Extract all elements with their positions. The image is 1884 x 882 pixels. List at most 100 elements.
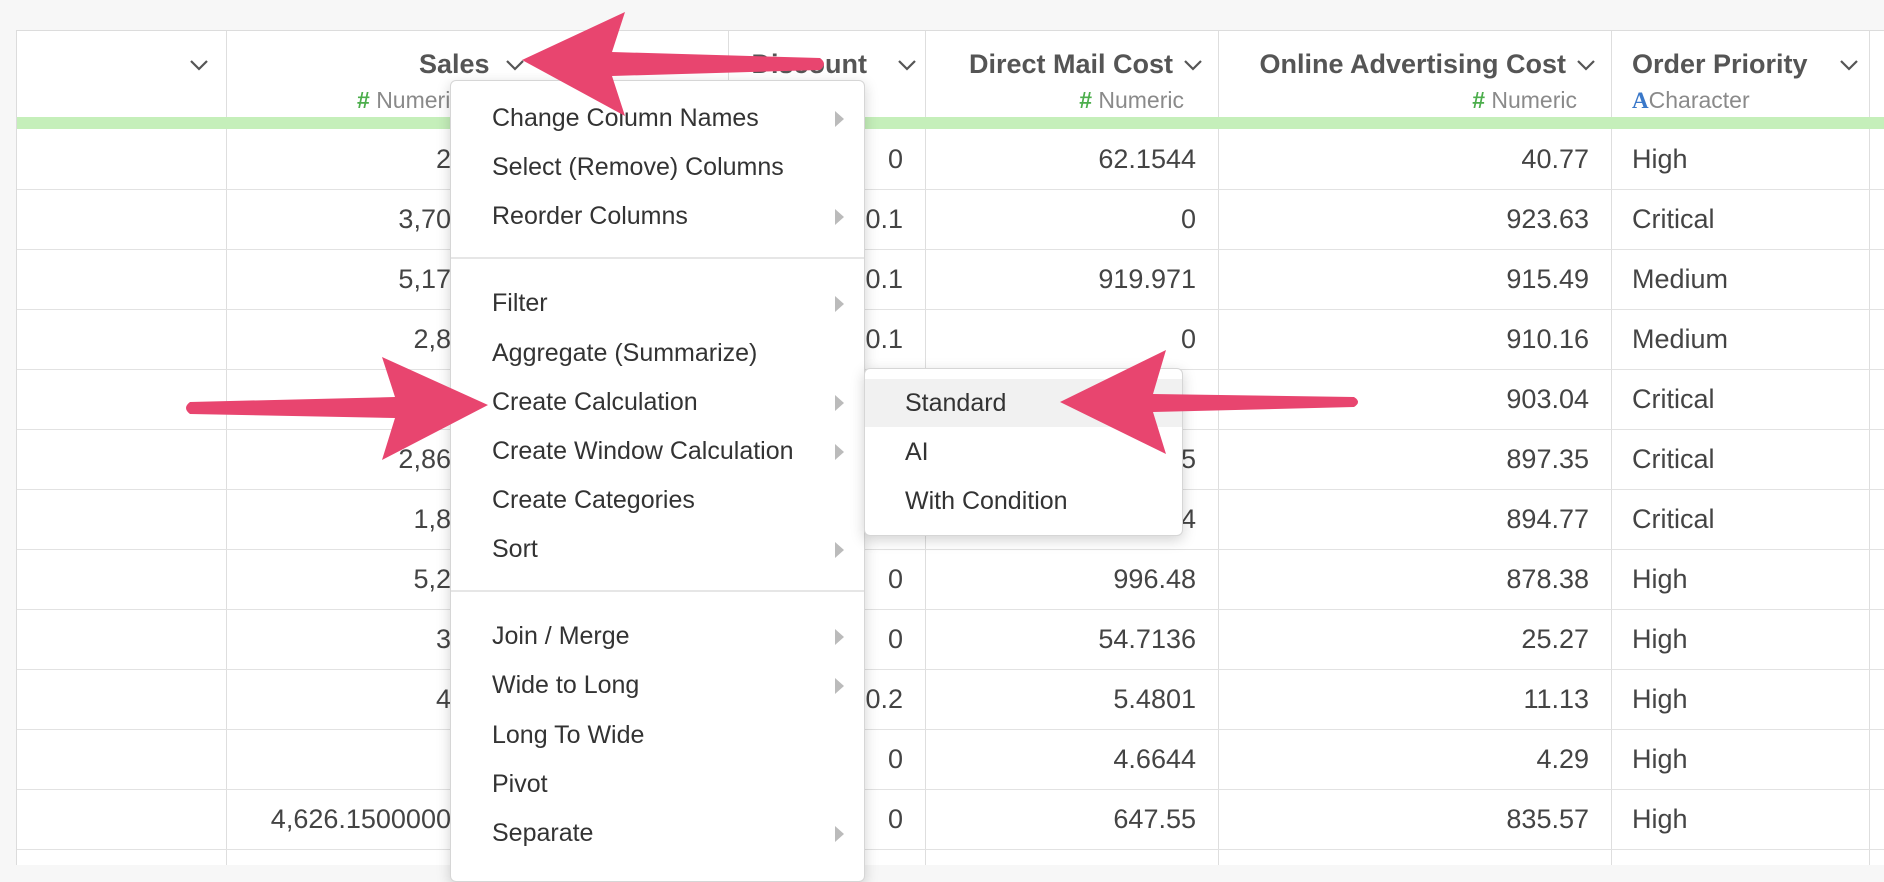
table-cell-mail: 0: [1180, 324, 1196, 354]
table-cell-sales: [226, 369, 466, 429]
table-cell-online: 923.63: [1506, 204, 1589, 234]
chevron-down-icon[interactable]: [1837, 53, 1861, 77]
column-type: # Numeric: [1079, 87, 1184, 113]
menu-item-change-column-names[interactable]: Change Column Names: [451, 94, 864, 142]
table-cell-priority: High: [1632, 684, 1688, 714]
table-cell-priority: Medium: [1632, 264, 1729, 294]
table-row: 4,626.15000000 0 647.55 835.57 High: [17, 789, 1884, 850]
menu-item-sort[interactable]: Sort: [451, 525, 864, 573]
table-cell-sales: 4,626.15000000: [270, 804, 466, 834]
submenu-item-with-condition[interactable]: With Condition: [865, 477, 1182, 525]
table-cell-priority: High: [1632, 744, 1688, 774]
column-title: Online Advertising Cost: [1259, 49, 1566, 79]
table-cell-sales: 1: [226, 729, 466, 789]
table-cell-mail: 5.4801: [1113, 684, 1196, 714]
table-cell-online: 894.77: [1506, 504, 1589, 534]
table-cell-sales: 3,709: [398, 204, 466, 234]
chevron-down-icon[interactable]: [1574, 53, 1598, 77]
menu-item-long-to-wide[interactable]: Long To Wide: [451, 711, 864, 759]
table-cell-mail: 0: [1180, 204, 1196, 234]
submenu-item-standard[interactable]: Standard: [865, 379, 1182, 427]
table-cell-sales: 1,82: [413, 504, 466, 534]
column-title: Discount: [751, 49, 867, 79]
table-cell-sales: 5,24: [413, 564, 466, 594]
table-cell-mail: 4.6644: [1113, 744, 1196, 774]
submenu-arrow-icon: [835, 111, 844, 127]
table-row: 2,89 0.1 0 910.16 Medium: [17, 309, 1884, 370]
menu-item-reorder-columns[interactable]: Reorder Columns: [451, 192, 864, 240]
chevron-down-icon[interactable]: [503, 53, 527, 77]
column-context-menu: Change Column Names Select (Remove) Colu…: [450, 80, 865, 882]
menu-item-create-categories[interactable]: Create Categories: [451, 476, 864, 524]
column-type: ACharacter: [1632, 87, 1750, 113]
table-cell-online: 915.49: [1506, 264, 1589, 294]
table-cell-sales: 2,89: [413, 324, 466, 354]
table-cell-priority: Critical: [1632, 444, 1715, 474]
create-calculation-submenu: Standard AI With Condition: [864, 368, 1183, 536]
table-row: 3,709 0.1 0 923.63 Critical: [17, 189, 1884, 250]
table-cell-mail: 996.48: [1113, 564, 1196, 594]
column-type: # Numeric: [1472, 87, 1577, 113]
column-title: Order Priority: [1632, 49, 1808, 79]
table-row: 5,24 0 996.48 878.38 High: [17, 549, 1884, 610]
menu-item-separate[interactable]: Separate: [451, 809, 864, 857]
submenu-arrow-icon: [835, 444, 844, 460]
table-cell-online: 878.38: [1506, 564, 1589, 594]
table-cell-online: 835.57: [1506, 804, 1589, 834]
submenu-arrow-icon: [835, 629, 844, 645]
numeric-type-icon: #: [1472, 87, 1485, 113]
column-title: Sales: [419, 49, 490, 79]
numeric-type-icon: #: [357, 87, 370, 113]
table-cell-sales: 5,175: [398, 264, 466, 294]
column-title: Direct Mail Cost: [968, 49, 1173, 79]
submenu-arrow-icon: [835, 296, 844, 312]
table-row: 5,175 0.1 919.971 915.49 Medium: [17, 249, 1884, 310]
table-cell-online: 4.29: [1536, 744, 1589, 774]
table-cell-priority: High: [1632, 804, 1688, 834]
chevron-down-icon[interactable]: [187, 53, 211, 77]
submenu-arrow-icon: [835, 678, 844, 694]
menu-item-join-merge[interactable]: Join / Merge: [451, 612, 864, 660]
table-cell-online: 910.16: [1506, 324, 1589, 354]
menu-item-select-remove-columns[interactable]: Select (Remove) Columns: [451, 143, 864, 191]
menu-item-create-window-calculation[interactable]: Create Window Calculation: [451, 427, 864, 475]
submenu-arrow-icon: [835, 395, 844, 411]
numeric-type-icon: #: [1079, 87, 1092, 113]
column-type: # Numeric: [357, 87, 462, 113]
chevron-down-icon[interactable]: [895, 53, 919, 77]
table-cell-online: 897.35: [1506, 444, 1589, 474]
table-cell-priority: Critical: [1632, 384, 1715, 414]
column-quality-bar: [17, 117, 1884, 129]
column-header-order-priority[interactable]: Order Priority ACharacter: [1611, 31, 1869, 117]
table-cell-sales: 2,862: [398, 444, 466, 474]
menu-item-create-calculation[interactable]: Create Calculation: [451, 378, 864, 426]
menu-item-pivot[interactable]: Pivot: [451, 760, 864, 808]
chevron-down-icon[interactable]: [1181, 53, 1205, 77]
submenu-item-ai[interactable]: AI: [865, 428, 1182, 476]
menu-item-filter[interactable]: Filter: [451, 279, 864, 327]
table-cell-priority: Critical: [1632, 504, 1715, 534]
table-row: 104.66444.29High: [17, 729, 1884, 790]
submenu-arrow-icon: [835, 826, 844, 842]
table-cell-online: 25.27: [1521, 624, 1589, 654]
table-row: 480.25.480111.13High: [17, 669, 1884, 730]
column-header-direct-mail-cost[interactable]: Direct Mail Cost # Numeric: [925, 31, 1218, 117]
column-header-first[interactable]: [17, 31, 226, 117]
submenu-arrow-icon: [835, 209, 844, 225]
column-header-sales[interactable]: Sales # Numeric: [226, 31, 524, 117]
menu-item-aggregate[interactable]: Aggregate (Summarize): [451, 329, 864, 377]
table-cell-sales: 48: [226, 669, 466, 729]
character-type-icon: A: [1632, 88, 1649, 113]
column-header-online-advertising-cost[interactable]: Online Advertising Cost # Numeric: [1218, 31, 1611, 117]
table-cell-sales: 22: [226, 129, 466, 189]
table-cell-online: 40.77: [1521, 144, 1589, 174]
menu-separator: [451, 257, 864, 259]
submenu-arrow-icon: [835, 542, 844, 558]
table-cell-priority: High: [1632, 564, 1688, 594]
table-cell-online: 11.13: [1523, 684, 1589, 714]
table-cell-mail: 62.1544: [1098, 144, 1196, 174]
table-cell-sales: 34: [226, 609, 466, 669]
menu-separator: [451, 590, 864, 592]
table-cell-mail: 647.55: [1113, 804, 1196, 834]
menu-item-wide-to-long[interactable]: Wide to Long: [451, 661, 864, 709]
